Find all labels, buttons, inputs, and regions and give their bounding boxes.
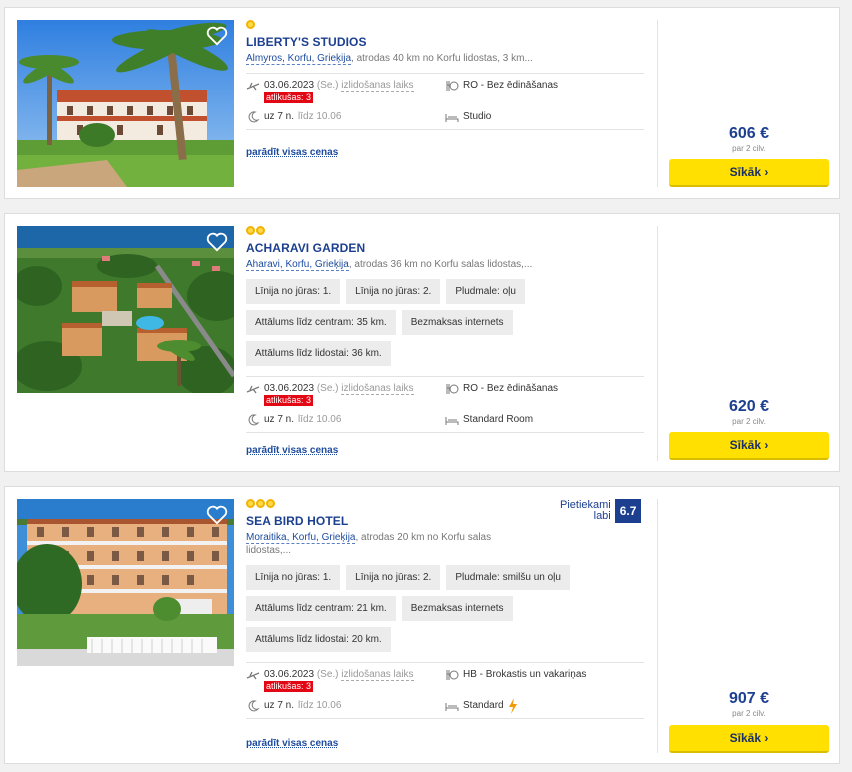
feature-tag: Pludmale: oļu — [446, 279, 525, 304]
hotel-name[interactable]: LIBERTY'S STUDIOS — [246, 35, 644, 49]
nights-count: uz 7 n. — [264, 111, 295, 122]
moon-icon — [248, 111, 260, 123]
meal-icon — [446, 81, 459, 91]
room-type: Studio — [463, 111, 492, 122]
hotel-location: Almyros, Korfu, Grieķija, atrodas 40 km … — [246, 53, 533, 65]
hotel-name[interactable]: SEA BIRD HOTEL — [246, 514, 644, 528]
departure-date: 03.06.2023 — [264, 80, 315, 91]
offer-details: 03.06.2023 (Se.) izlidošanas laiks atliku… — [246, 377, 644, 432]
nights-count: uz 7 n. — [264, 700, 295, 711]
availability-badge: atlikušas: 3 — [264, 395, 314, 406]
bed-icon — [445, 417, 459, 425]
star-rating — [246, 499, 644, 509]
feature-tag: Līnija no jūras: 2. — [346, 279, 441, 304]
star-icon — [256, 226, 265, 235]
hotel-photo[interactable] — [17, 499, 234, 666]
star-icon — [256, 499, 265, 508]
hotel-name[interactable]: ACHARAVI GARDEN — [246, 241, 644, 255]
lightning-icon — [508, 698, 517, 714]
feature-tag: Attālums līdz centram: 21 km. — [246, 596, 396, 621]
feature-tag: Līnija no jūras: 2. — [346, 565, 441, 590]
feature-tag: Attālums līdz lidostai: 36 km. — [246, 341, 391, 366]
location-link[interactable]: Moraitika, Korfu, Grieķija — [246, 532, 356, 544]
show-all-prices-link[interactable]: parādīt visas cenas — [246, 147, 338, 158]
star-icon — [266, 499, 275, 508]
hotel-card: Pietiekami labi 6.7 SEA BIRD HOTEL Morait… — [4, 486, 840, 764]
price: 606 € — [728, 125, 770, 142]
feature-tag: Līnija no jūras: 1. — [246, 279, 341, 304]
price-per-persons: par 2 cilv. — [732, 709, 766, 718]
hotel-features: Līnija no jūras: 1. Līnija no jūras: 2. … — [246, 279, 644, 366]
board-type: RO - Bez ēdināšanas — [463, 80, 559, 91]
departure-date: 03.06.2023 — [264, 669, 315, 680]
hotel-photo[interactable] — [17, 20, 234, 187]
price: 620 € — [728, 398, 770, 415]
hotel-card: LIBERTY'S STUDIOS Almyros, Korfu, Grieķi… — [4, 7, 840, 199]
departure-time-link[interactable]: izlidošanas laiks — [341, 669, 414, 681]
details-button[interactable]: Sīkāk › — [669, 725, 829, 753]
hotel-card: ACHARAVI GARDEN Aharavi, Korfu, Grieķija… — [4, 213, 840, 472]
hotel-photo[interactable] — [17, 226, 234, 393]
offer-details: 03.06.2023 (Se.) izlidošanas laiks atliku… — [246, 74, 644, 129]
star-rating — [246, 20, 644, 30]
meal-icon — [446, 670, 459, 680]
moon-icon — [248, 700, 260, 712]
price: 907 € — [728, 690, 770, 707]
location-link[interactable]: Almyros, Korfu, Grieķija — [246, 53, 352, 65]
show-all-prices-link[interactable]: parādīt visas cenas — [246, 738, 338, 749]
price-per-persons: par 2 cilv. — [732, 144, 766, 153]
bed-icon — [445, 114, 459, 122]
feature-tag: Bezmaksas internets — [401, 596, 513, 621]
details-button[interactable]: Sīkāk › — [669, 432, 829, 460]
plane-icon — [246, 82, 260, 91]
departure-time-link[interactable]: izlidošanas laiks — [341, 80, 414, 92]
star-rating — [246, 226, 644, 236]
board-type: RO - Bez ēdināšanas — [463, 383, 559, 394]
room-type: Standard — [463, 700, 504, 711]
room-type: Standard Room — [463, 414, 534, 425]
meal-icon — [446, 384, 459, 394]
nights-count: uz 7 n. — [264, 414, 295, 425]
price-per-persons: par 2 cilv. — [732, 417, 766, 426]
offer-details: 03.06.2023 (Se.) izlidošanas laiks atliku… — [246, 663, 644, 718]
feature-tag: Attālums līdz lidostai: 20 km. — [246, 627, 391, 652]
plane-icon — [246, 671, 260, 680]
star-icon — [246, 499, 255, 508]
hotel-location: Moraitika, Korfu, Grieķija, atrodas 20 k… — [246, 532, 492, 556]
feature-tag: Bezmaksas internets — [401, 310, 513, 335]
feature-tag: Līnija no jūras: 1. — [246, 565, 341, 590]
feature-tag: Pludmale: smilšu un oļu — [446, 565, 570, 590]
favorite-heart-icon[interactable] — [206, 26, 228, 46]
favorite-heart-icon[interactable] — [206, 232, 228, 252]
plane-icon — [246, 385, 260, 394]
star-icon — [246, 20, 255, 29]
departure-date: 03.06.2023 — [264, 383, 315, 394]
location-link[interactable]: Aharavi, Korfu, Grieķija — [246, 259, 349, 271]
hotel-features: Līnija no jūras: 1. Līnija no jūras: 2. … — [246, 565, 644, 652]
hotel-location: Aharavi, Korfu, Grieķija, atrodas 36 km … — [246, 259, 533, 271]
board-type: HB - Brokastis un vakariņas — [463, 669, 587, 680]
details-button[interactable]: Sīkāk › — [669, 159, 829, 187]
moon-icon — [248, 414, 260, 426]
star-icon — [246, 226, 255, 235]
favorite-heart-icon[interactable] — [206, 505, 228, 525]
availability-badge: atlikušas: 3 — [264, 681, 314, 692]
bed-icon — [445, 703, 459, 711]
availability-badge: atlikušas: 3 — [264, 92, 314, 103]
departure-time-link[interactable]: izlidošanas laiks — [341, 383, 414, 395]
show-all-prices-link[interactable]: parādīt visas cenas — [246, 445, 338, 456]
feature-tag: Attālums līdz centram: 35 km. — [246, 310, 396, 335]
